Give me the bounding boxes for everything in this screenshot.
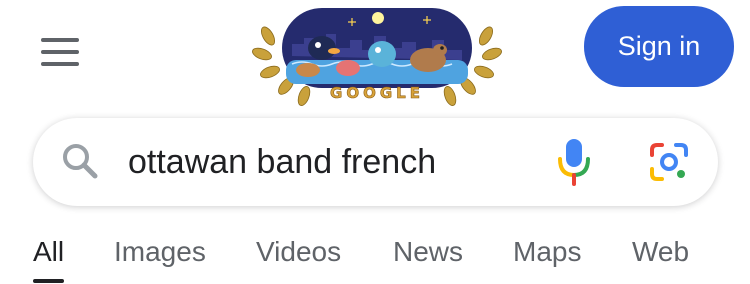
tabs-overflow-fade [733,240,750,274]
search-input[interactable] [128,134,548,190]
menu-line [41,50,79,54]
tab-all[interactable]: All [33,236,64,268]
google-lens-icon[interactable] [648,141,690,183]
active-tab-indicator [33,279,64,283]
tab-news[interactable]: News [393,236,463,268]
search-bar[interactable] [33,118,718,206]
tab-videos[interactable]: Videos [256,236,341,268]
doodle-wordmark: GOOGLE [330,84,424,103]
tab-images[interactable]: Images [114,236,206,268]
tab-maps[interactable]: Maps [513,236,581,268]
sign-in-button[interactable]: Sign in [584,6,734,87]
menu-line [41,62,79,66]
search-icon[interactable] [59,140,103,184]
menu-line [41,38,79,42]
hamburger-menu-icon[interactable] [36,34,84,74]
tab-web[interactable]: Web [632,236,689,268]
google-doodle[interactable]: GOOGLE [252,4,502,106]
search-tabs: All Images Videos News Maps Web [0,236,750,284]
microphone-icon[interactable] [556,137,592,187]
